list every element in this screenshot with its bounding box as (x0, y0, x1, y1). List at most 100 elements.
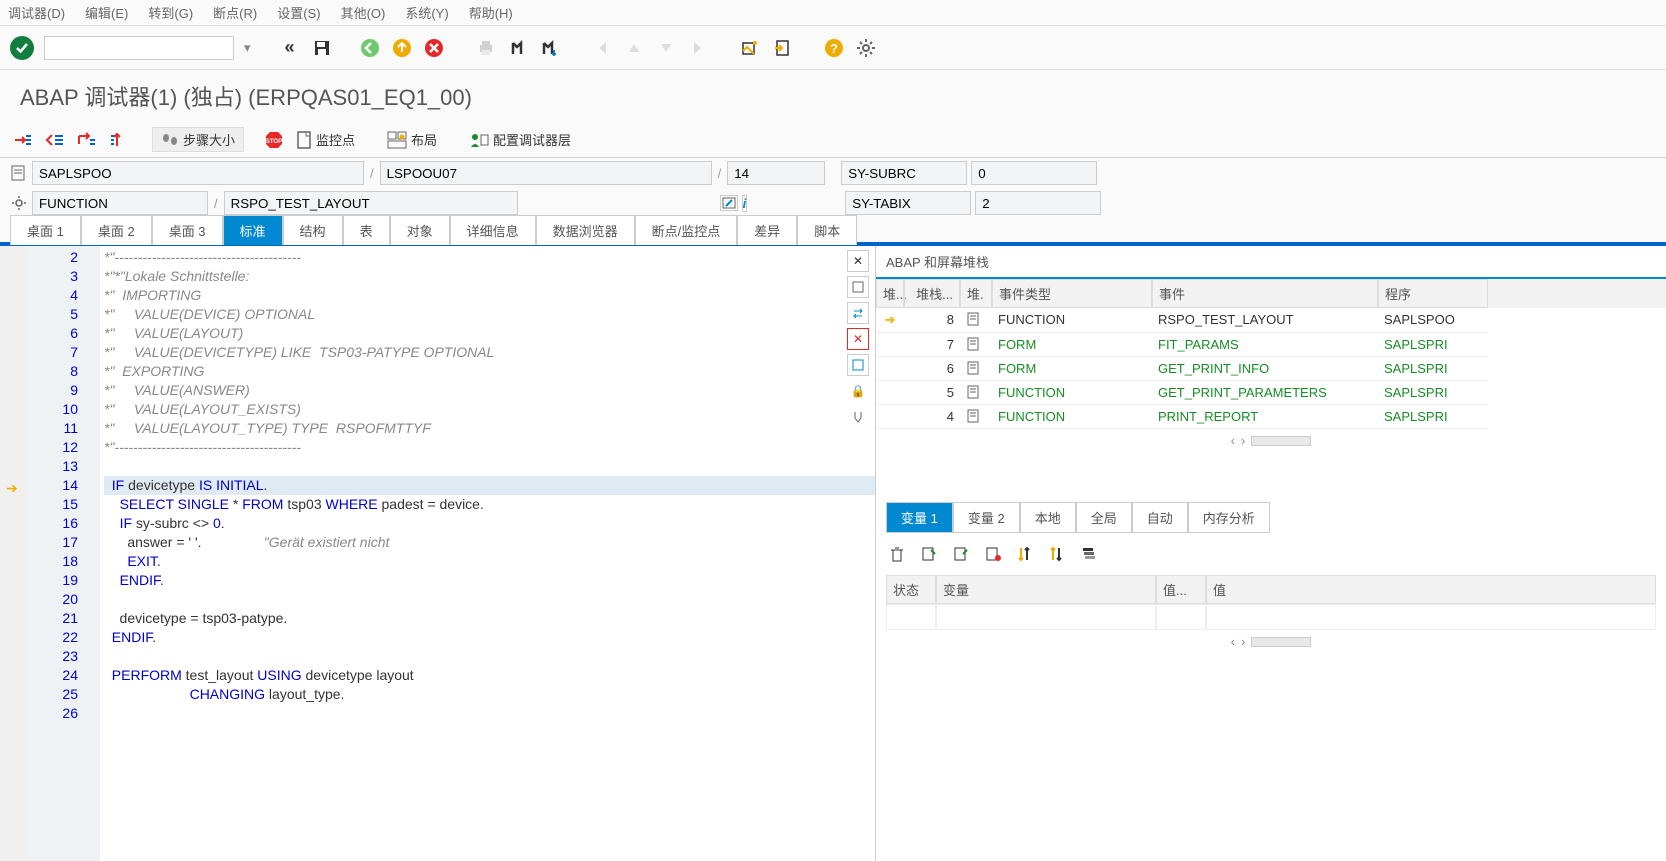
line-input[interactable] (727, 161, 825, 185)
step-size-button[interactable]: 步骤大小 (152, 127, 244, 152)
stack-row[interactable]: ➔8FUNCTIONRSPO_TEST_LAYOUTSAPLSPOO (876, 308, 1666, 333)
tab-2[interactable]: 桌面 3 (152, 215, 223, 245)
var-row-empty[interactable] (886, 604, 1656, 630)
scroll-right-icon[interactable]: › (1241, 433, 1245, 448)
settings-gear-icon[interactable] (855, 37, 877, 59)
nav-back-icon[interactable] (359, 37, 381, 59)
var-tab-3[interactable]: 全局 (1076, 502, 1132, 533)
menu-debugger[interactable]: 调试器(D) (8, 3, 65, 22)
stack-row[interactable]: 6FORMGET_PRINT_INFOSAPLSPRI (876, 357, 1666, 381)
stack-row[interactable]: 5FUNCTIONGET_PRINT_PARAMETERSSAPLSPRI (876, 381, 1666, 405)
ok-button[interactable] (10, 36, 34, 60)
new-window-icon[interactable] (847, 276, 869, 298)
print-icon[interactable] (475, 37, 497, 59)
menu-help[interactable]: 帮助(H) (469, 3, 513, 22)
new-session-icon[interactable] (739, 37, 761, 59)
var-header-status: 状态 (886, 575, 936, 604)
dropdown-icon[interactable]: ▾ (244, 40, 251, 56)
import-icon[interactable] (950, 543, 972, 565)
var-tab-0[interactable]: 变量 1 (886, 502, 953, 533)
scroll-right-icon[interactable]: › (1241, 634, 1245, 649)
stack-header-program: 程序 (1378, 279, 1488, 308)
config-debugger-button[interactable]: 配置调试器层 (463, 128, 577, 151)
tab-5[interactable]: 表 (343, 215, 390, 245)
fullscreen-icon[interactable] (847, 354, 869, 376)
step-out-button[interactable] (74, 127, 100, 153)
tab-11[interactable]: 脚本 (797, 215, 857, 245)
name-input[interactable] (224, 191, 518, 215)
nav-icon[interactable] (720, 195, 738, 211)
close-pane-icon[interactable]: ✕ (847, 250, 869, 272)
menu-edit[interactable]: 编辑(E) (85, 3, 128, 22)
tab-0[interactable]: 桌面 1 (10, 215, 81, 245)
var-tab-4[interactable]: 自动 (1132, 502, 1188, 533)
watchpoint-button[interactable]: 监控点 (290, 128, 361, 151)
breakpoint-gutter[interactable]: ➔ (0, 246, 28, 861)
continue-button[interactable] (106, 127, 132, 153)
debug-toolbar: 步骤大小 STOP 监控点 布局 配置调试器层 (0, 122, 1666, 158)
menu-goto[interactable]: 转到(G) (148, 3, 193, 22)
config-label: 配置调试器层 (493, 130, 571, 149)
menu-other[interactable]: 其他(O) (341, 3, 386, 22)
tab-10[interactable]: 差异 (737, 215, 797, 245)
tab-8[interactable]: 数据浏览器 (536, 215, 635, 245)
user-config-icon (469, 131, 489, 149)
delete-var-icon[interactable] (982, 543, 1004, 565)
scrollbar[interactable] (1251, 637, 1311, 647)
command-input[interactable] (44, 36, 234, 60)
stack-scroll[interactable]: ‹ › (876, 429, 1666, 452)
menu-system[interactable]: 系统(Y) (405, 3, 448, 22)
cancel-icon[interactable] (423, 37, 445, 59)
page-down-icon[interactable] (655, 37, 677, 59)
save-icon[interactable] (311, 37, 333, 59)
scrollbar[interactable] (1251, 436, 1311, 446)
code-lines[interactable]: *"--------------------------------------… (100, 246, 875, 861)
tab-7[interactable]: 详细信息 (450, 215, 536, 245)
lock-icon[interactable]: 🔒 (847, 380, 869, 402)
stack-row[interactable]: 7FORMFIT_PARAMSSAPLSPRI (876, 333, 1666, 357)
page-up-icon[interactable] (623, 37, 645, 59)
tab-6[interactable]: 对象 (390, 215, 450, 245)
find-icon[interactable] (507, 37, 529, 59)
var-tab-2[interactable]: 本地 (1020, 502, 1076, 533)
code-editor[interactable]: ➔ 23456789101112131415161718192021222324… (0, 246, 875, 861)
tab-4[interactable]: 结构 (283, 215, 343, 245)
swap-icon[interactable] (847, 302, 869, 324)
scroll-left-icon[interactable]: ‹ (1231, 634, 1235, 649)
fold-gutter[interactable] (84, 246, 100, 861)
tab-3[interactable]: 标准 (223, 215, 283, 245)
first-page-icon[interactable] (591, 37, 613, 59)
var-scroll[interactable]: ‹ › (886, 630, 1656, 653)
layout-button[interactable]: 布局 (381, 128, 443, 151)
var-tab-5[interactable]: 内存分析 (1188, 502, 1270, 533)
sort-asc-icon[interactable] (1014, 543, 1036, 565)
nav-exit-icon[interactable] (391, 37, 413, 59)
tab-9[interactable]: 断点/监控点 (635, 215, 738, 245)
find-next-icon[interactable] (539, 37, 561, 59)
gear-icon[interactable] (10, 194, 28, 212)
back-icon[interactable]: « (279, 37, 301, 59)
include-input[interactable] (380, 161, 712, 185)
tool-icon[interactable] (847, 406, 869, 428)
sort-desc-icon[interactable] (1046, 543, 1068, 565)
stack-icon[interactable] (1078, 543, 1100, 565)
last-page-icon[interactable] (687, 37, 709, 59)
tab-1[interactable]: 桌面 2 (81, 215, 152, 245)
step-into-button[interactable] (10, 127, 36, 153)
trash-icon[interactable] (886, 543, 908, 565)
program-input[interactable] (32, 161, 364, 185)
scroll-left-icon[interactable]: ‹ (1231, 433, 1235, 448)
info-icon[interactable]: i (742, 195, 748, 212)
type-input[interactable] (32, 191, 208, 215)
step-over-button[interactable] (42, 127, 68, 153)
var-tab-1[interactable]: 变量 2 (953, 502, 1020, 533)
stop-icon[interactable]: STOP (264, 130, 284, 150)
menu-breakpoint[interactable]: 断点(R) (213, 3, 257, 22)
stack-row[interactable]: 4FUNCTIONPRINT_REPORTSAPLSPRI (876, 405, 1666, 429)
shortcut-icon[interactable] (771, 37, 793, 59)
help-icon[interactable]: ? (823, 37, 845, 59)
call-stack-table: 堆... 堆栈... 堆. 事件类型 事件 程序 ➔8FUNCTIONRSPO_… (876, 279, 1666, 452)
export-icon[interactable] (918, 543, 940, 565)
delete-x-icon[interactable]: ✕ (847, 328, 869, 350)
menu-settings[interactable]: 设置(S) (277, 3, 320, 22)
